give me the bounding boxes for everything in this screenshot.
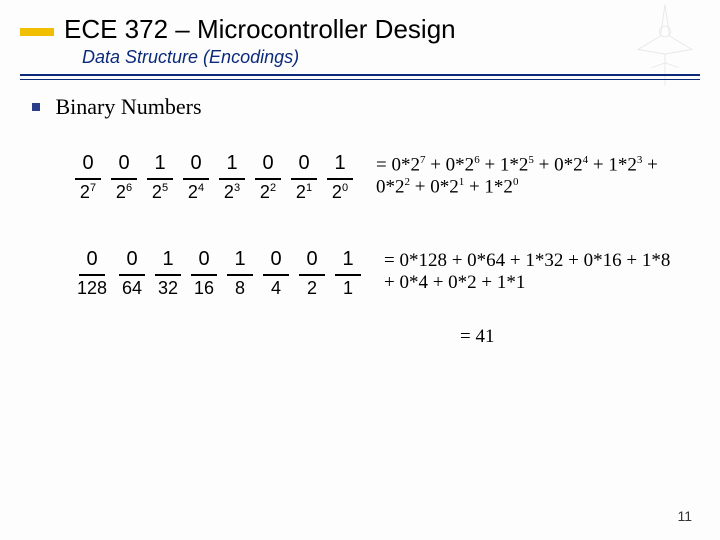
course-title: ECE 372 – Microcontroller Design [64,14,456,44]
bit-weight: 25 [142,182,178,206]
bit-digit: 0 [286,152,322,178]
bit-column: 11 [330,248,366,302]
bit-digit: 1 [142,152,178,178]
bit-column: 125 [142,152,178,206]
bit-weight: 26 [106,182,142,206]
bit-weight: 20 [322,182,358,206]
accent-bar [20,28,54,36]
equation-decimal: = 0*128 + 0*64 + 1*32 + 0*16 + 1*8 + 0*4… [384,250,684,294]
bit-underline [227,274,253,276]
bit-underline [155,274,181,276]
bit-underline [327,178,353,180]
bit-weight: 128 [70,278,114,302]
bit-weight: 64 [114,278,150,302]
square-bullet-icon [32,103,40,111]
bit-weight: 21 [286,182,322,206]
bit-column: 021 [286,152,322,206]
bullet-text: Binary Numbers [56,94,202,119]
bit-column: 132 [150,248,186,302]
bit-column: 120 [322,152,358,206]
bit-column: 026 [106,152,142,206]
bit-digit: 0 [178,152,214,178]
bit-weight: 23 [214,182,250,206]
bit-digit: 0 [250,152,286,178]
page-number: 11 [677,508,692,524]
bit-column: 18 [222,248,258,302]
bit-weight: 4 [258,278,294,302]
bit-digit: 1 [322,152,358,178]
bit-weight: 24 [178,182,214,206]
bit-digit: 1 [222,248,258,274]
equation-powers: = 0*27 + 0*26 + 1*25 + 0*24 + 1*23 + 0*2… [376,154,676,199]
bit-underline [299,274,325,276]
bit-underline [147,178,173,180]
divider-rule [20,74,700,76]
bit-underline [111,178,137,180]
bit-digit: 0 [70,152,106,178]
bit-weight: 32 [150,278,186,302]
bit-weight: 1 [330,278,366,302]
bullet-item: Binary Numbers [32,94,720,120]
bit-weight: 8 [222,278,258,302]
bit-digit: 1 [330,248,366,274]
bit-underline [183,178,209,180]
bit-column: 0128 [70,248,114,302]
binary-row-powers: 027026125024123022021120 = 0*27 + 0*26 +… [70,152,720,206]
bit-digit: 0 [106,152,142,178]
bit-underline [291,178,317,180]
bit-digit: 0 [114,248,150,274]
bit-underline [255,178,281,180]
bit-underline [119,274,145,276]
bit-underline [263,274,289,276]
bit-underline [219,178,245,180]
bit-digit: 1 [150,248,186,274]
bit-digit: 0 [186,248,222,274]
bit-column: 024 [178,152,214,206]
bit-weight: 27 [70,182,106,206]
bit-column: 123 [214,152,250,206]
bit-underline [75,178,101,180]
bit-underline [335,274,361,276]
bit-weight: 22 [250,182,286,206]
bit-underline [191,274,217,276]
binary-row-decimal: 012806413201618040211 = 0*128 + 0*64 + 1… [70,248,720,302]
slide-header: ECE 372 – Microcontroller Design Data St… [0,0,720,68]
bit-column: 022 [250,152,286,206]
bit-digit: 0 [70,248,114,274]
slide-subtitle: Data Structure (Encodings) [82,47,720,68]
result: = 41 [460,326,720,348]
bit-weight: 2 [294,278,330,302]
bit-underline [79,274,105,276]
bit-column: 027 [70,152,106,206]
bit-weight: 16 [186,278,222,302]
bit-digit: 1 [214,152,250,178]
bit-column: 016 [186,248,222,302]
bit-digit: 0 [294,248,330,274]
bit-column: 02 [294,248,330,302]
bit-digit: 0 [258,248,294,274]
bit-column: 04 [258,248,294,302]
bit-column: 064 [114,248,150,302]
